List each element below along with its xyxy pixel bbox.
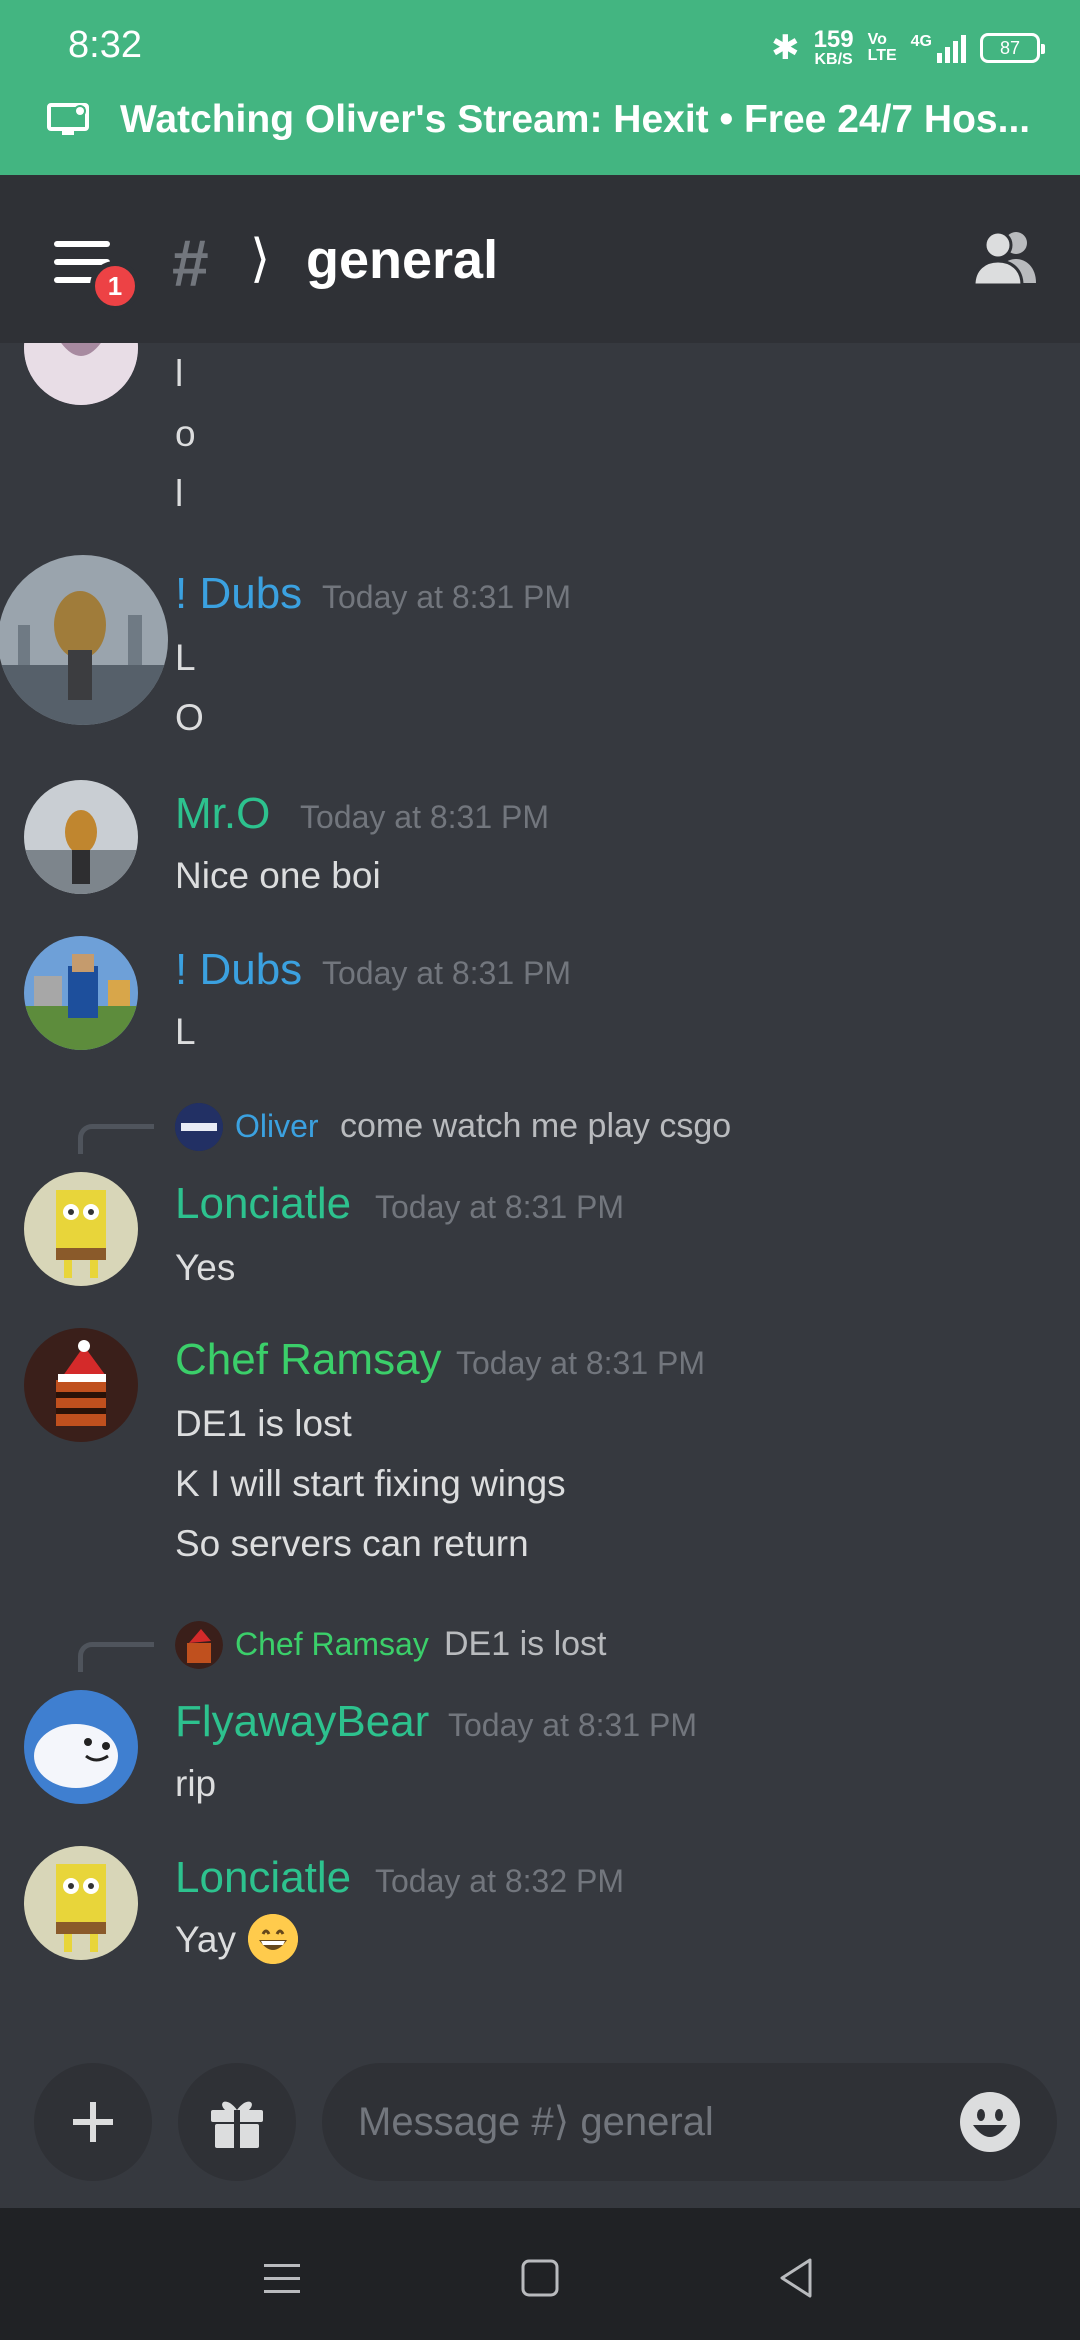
network-type: 4G	[910, 33, 932, 50]
message-author[interactable]: Lonciatle	[175, 1179, 351, 1229]
message-line: DE1 is lost	[175, 1403, 352, 1444]
grinning-face-emoji-icon[interactable]	[248, 1914, 298, 1964]
channel-title[interactable]: general	[306, 229, 498, 291]
message-timestamp: Today at 8:31 PM	[322, 955, 572, 991]
message-author[interactable]: ! Dubs	[175, 945, 302, 995]
network-speed-value: 159	[813, 26, 854, 53]
message-line: l	[175, 473, 184, 514]
reply-text[interactable]: come watch me play csgo	[340, 1107, 731, 1146]
avatar[interactable]	[24, 1328, 138, 1442]
recent-apps-icon[interactable]	[252, 2248, 312, 2308]
reply-spine	[78, 1124, 154, 1154]
avatar[interactable]	[24, 1690, 138, 1804]
gift-button[interactable]	[178, 2063, 296, 2181]
reply-spine	[78, 1642, 154, 1672]
status-icons: ✱ 159 KB/S Vo LTE 4G 87	[771, 26, 1045, 70]
message-line: o	[175, 413, 196, 454]
channel-chevron-icon: ⟩	[250, 229, 271, 289]
message-composer: Message #⟩ general	[0, 2063, 1080, 2208]
volte-top: Vo	[867, 31, 887, 48]
message-line: L	[175, 1011, 196, 1052]
message-author[interactable]: FlyawayBear	[175, 1697, 429, 1747]
message-line: rip	[175, 1763, 217, 1804]
bluetooth-icon: ✱	[771, 28, 800, 68]
message-timestamp: Today at 8:32 PM	[375, 1863, 625, 1899]
plus-icon	[73, 2102, 113, 2142]
message-line: l	[175, 353, 184, 394]
message-line: Nice one boi	[175, 855, 381, 896]
battery-level: 87	[999, 37, 1021, 58]
back-icon[interactable]	[768, 2248, 828, 2308]
message-timestamp: Today at 8:31 PM	[322, 579, 572, 615]
reply-author[interactable]: Chef Ramsay	[235, 1626, 429, 1663]
notification-badge: 1	[90, 261, 140, 311]
message-author[interactable]: Mr.O	[175, 789, 270, 839]
channel-hash-icon: #	[172, 226, 209, 300]
message-author[interactable]: ! Dubs	[175, 569, 302, 619]
reply-text[interactable]: DE1 is lost	[444, 1625, 607, 1664]
discord-app: 8:32 ✱ 159 KB/S Vo LTE 4G 87 Watching Ol…	[0, 0, 1080, 2340]
channel-header: 1 # ⟩ general	[0, 175, 1080, 343]
message-input-placeholder: Message #⟩ general	[358, 2100, 714, 2144]
volte-bottom: LTE	[867, 47, 897, 64]
message-timestamp: Today at 8:31 PM	[448, 1707, 698, 1743]
avatar[interactable]	[24, 780, 138, 894]
message-input[interactable]: Message #⟩ general	[322, 2063, 1057, 2181]
reply-avatar	[175, 1103, 223, 1151]
message-line: So servers can return	[175, 1523, 529, 1564]
message-line: O	[175, 697, 204, 738]
avatar[interactable]	[24, 936, 138, 1050]
add-attachment-button[interactable]	[34, 2063, 152, 2181]
system-navigation-bar	[0, 2208, 1080, 2340]
stream-banner-text[interactable]: Watching Oliver's Stream: Hexit • Free 2…	[120, 98, 1040, 142]
message-line: K I will start fixing wings	[175, 1463, 566, 1504]
members-icon[interactable]	[972, 227, 1040, 287]
emoji-picker-icon[interactable]	[959, 2091, 1021, 2153]
avatar[interactable]	[24, 1172, 138, 1286]
status-time: 8:32	[68, 24, 142, 66]
avatar[interactable]	[24, 343, 138, 405]
message-timestamp: Today at 8:31 PM	[456, 1345, 706, 1381]
battery-icon: 87	[980, 33, 1045, 63]
home-icon[interactable]	[510, 2248, 570, 2308]
volte-indicator: Vo LTE	[868, 32, 897, 64]
message-author[interactable]: Chef Ramsay	[175, 1335, 442, 1385]
avatar[interactable]	[24, 1846, 138, 1960]
status-bar-stream-banner[interactable]: 8:32 ✱ 159 KB/S Vo LTE 4G 87 Watching Ol…	[0, 0, 1080, 175]
message-line: Yes	[175, 1247, 236, 1288]
message-timestamp: Today at 8:31 PM	[300, 799, 550, 835]
network-speed: 159 KB/S	[814, 28, 854, 68]
message-timestamp: Today at 8:31 PM	[375, 1189, 625, 1225]
signal-icon: 4G	[911, 33, 966, 63]
network-speed-unit: KB/S	[814, 51, 853, 68]
message-line: L	[175, 637, 196, 678]
reply-avatar	[175, 1621, 223, 1669]
message-list[interactable]: l o l ! Dubs Today at 8:31 PM L O Mr.O T…	[0, 343, 1080, 2063]
reply-author[interactable]: Oliver	[235, 1108, 319, 1145]
message-line: Yay	[175, 1919, 237, 1960]
message-author[interactable]: Lonciatle	[175, 1853, 351, 1903]
avatar[interactable]	[0, 555, 168, 725]
screen-share-icon	[47, 103, 89, 135]
gift-icon	[211, 2101, 263, 2148]
